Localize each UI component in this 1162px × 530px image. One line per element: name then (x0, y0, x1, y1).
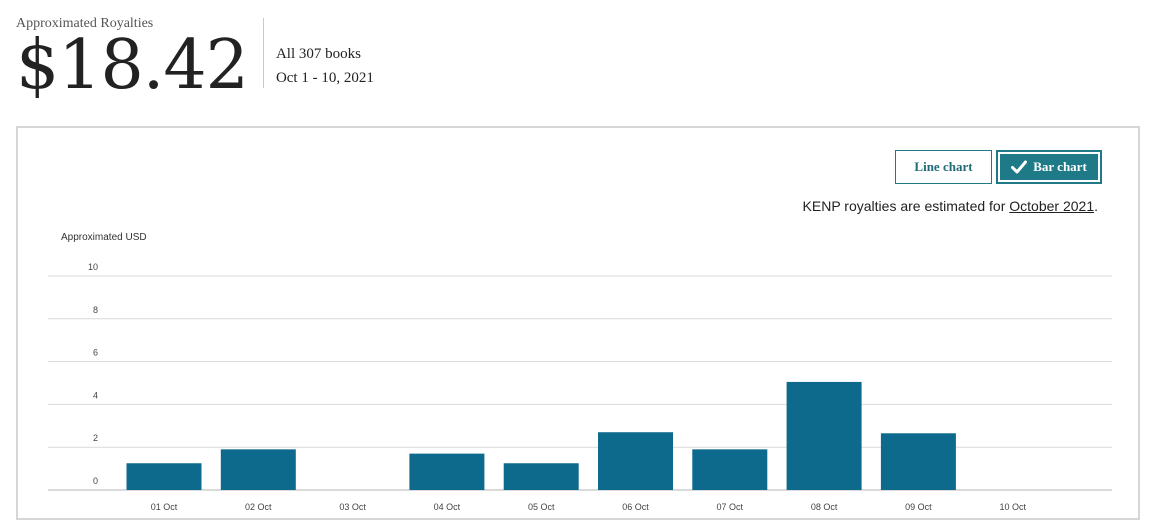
x-tick-label-6: 06 Oct (622, 502, 649, 512)
bar-7 (692, 449, 768, 490)
bar-2 (220, 449, 296, 490)
x-tick-label-9: 09 Oct (905, 502, 932, 512)
y-tick-label-4: 4 (93, 390, 98, 400)
royalties-amount: $18.42 (16, 26, 249, 105)
summary-row: $18.42 All 307 books Oct 1 - 10, 2021 (16, 18, 374, 105)
y-tick-label-2: 2 (93, 433, 98, 443)
royalties-bar-chart: 0 2 4 6 8 10 01 Oct 02 Oct 03 Oct 04 Oct 05 Oct 06 … (48, 262, 1112, 512)
date-range: Oct 1 - 10, 2021 (275, 70, 374, 86)
x-tick-label-4: 04 Oct (434, 502, 461, 512)
x-tick-label-7: 07 Oct (717, 502, 744, 512)
bar-4 (409, 453, 485, 490)
books-count: All 307 books (275, 46, 361, 62)
x-tick-label-8: 08 Oct (811, 502, 838, 512)
y-tick-label-6: 6 (93, 348, 98, 358)
summary-meta: All 307 books Oct 1 - 10, 2021 (276, 42, 374, 90)
chart-panel: Line chart Bar chart KENP royalties are … (16, 126, 1140, 520)
bar-6 (598, 432, 673, 490)
royalties-summary: Approximated Royalties $18.42 All 307 bo… (16, 16, 374, 102)
bar-9 (880, 433, 956, 490)
summary-divider (262, 18, 264, 88)
bar-8 (786, 381, 862, 490)
x-tick-label-5: 05 Oct (528, 502, 555, 512)
bar-5 (503, 463, 579, 490)
y-tick-label-10: 10 (88, 262, 98, 272)
bar-1 (126, 463, 202, 490)
x-tick-label-10: 10 Oct (999, 502, 1026, 512)
y-tick-label-0: 0 (93, 476, 98, 486)
x-tick-label-1: 01 Oct (151, 502, 178, 512)
x-tick-label-3: 03 Oct (339, 502, 366, 512)
y-tick-label-8: 8 (93, 305, 98, 315)
x-tick-label-2: 02 Oct (245, 502, 272, 512)
